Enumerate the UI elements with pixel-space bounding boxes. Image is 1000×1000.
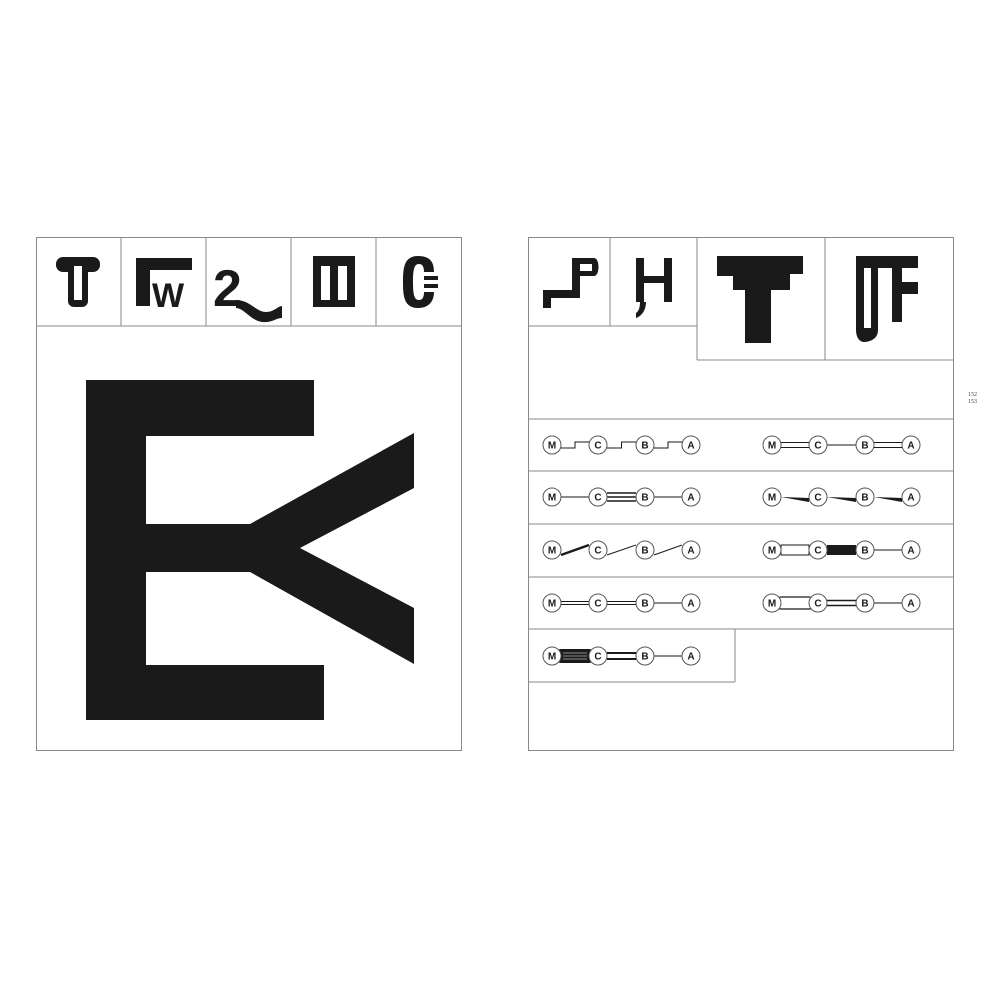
line-diagram-7: MCBA xyxy=(542,593,701,613)
glyph-jf xyxy=(856,256,918,342)
node-label: M xyxy=(548,652,556,663)
line-diagram-9: MCBA xyxy=(542,646,701,666)
node-label: C xyxy=(814,599,821,610)
node-label: A xyxy=(907,546,914,557)
node-label: M xyxy=(768,493,776,504)
node-label: A xyxy=(907,441,914,452)
node-label: A xyxy=(687,441,694,452)
line-diagram-5: MCBA xyxy=(542,540,701,560)
node-label: B xyxy=(861,441,868,452)
node-label: B xyxy=(641,599,648,610)
node-label: B xyxy=(641,493,648,504)
line-diagram-4: MCBA xyxy=(762,487,921,507)
node-label: B xyxy=(861,599,868,610)
node-label: C xyxy=(594,599,601,610)
node-label: C xyxy=(594,652,601,663)
node-label: A xyxy=(687,652,694,663)
node-label: M xyxy=(548,599,556,610)
node-label: C xyxy=(594,441,601,452)
node-label: M xyxy=(548,546,556,557)
line-diagram-2: MCBA xyxy=(762,435,921,455)
node-label: C xyxy=(594,546,601,557)
node-label: A xyxy=(907,493,914,504)
node-label: B xyxy=(641,546,648,557)
node-label: M xyxy=(548,441,556,452)
line-diagram-1: MCBA xyxy=(542,435,701,455)
node-label: A xyxy=(687,599,694,610)
glyph-t-stepped xyxy=(717,256,803,343)
node-label: B xyxy=(641,652,648,663)
node-label: B xyxy=(861,546,868,557)
node-label: C xyxy=(814,493,821,504)
node-label: C xyxy=(814,441,821,452)
line-diagrams: M C B A M C B A M C B A M C B A M C B A M C B A M C B A M C B A M C B A xyxy=(542,435,921,666)
node-label: A xyxy=(687,493,694,504)
node-label: M xyxy=(548,493,556,504)
page-number-right: 153 xyxy=(968,399,977,405)
node-label: M xyxy=(768,441,776,452)
glyph-h xyxy=(636,258,672,318)
page-numbers: 152 153 xyxy=(963,392,977,406)
page-number-left: 152 xyxy=(968,392,977,398)
node-label: C xyxy=(814,546,821,557)
line-diagram-8: MCBA xyxy=(762,593,921,613)
node-label: A xyxy=(687,546,694,557)
node-label: C xyxy=(594,493,601,504)
node-label: M xyxy=(768,599,776,610)
node-label: B xyxy=(861,493,868,504)
glyph-p xyxy=(543,258,599,308)
node-label: A xyxy=(907,599,914,610)
node-label: M xyxy=(768,546,776,557)
node-label: B xyxy=(641,441,648,452)
right-page-artwork: M C B A M C B A M C B A M C B A M C B A M C B A M C B A M C B A M C B A xyxy=(528,237,953,683)
line-diagram-3: MCBA xyxy=(542,487,701,507)
line-diagram-6: MCBA xyxy=(762,540,921,560)
